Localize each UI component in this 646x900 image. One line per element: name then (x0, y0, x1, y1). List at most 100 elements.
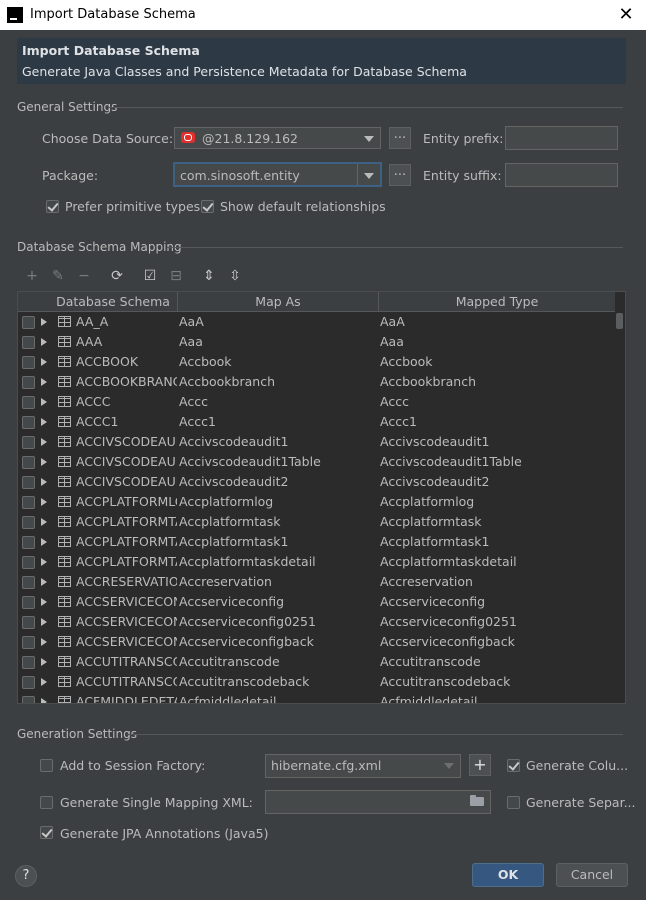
table-scrollbar[interactable] (615, 292, 625, 703)
map-as-cell[interactable]: Accivscodeaudit2 (179, 474, 377, 489)
row-checkbox[interactable] (22, 436, 35, 449)
row-checkbox[interactable] (22, 656, 35, 669)
table-row[interactable]: ACCPLATFORMLOGAccplatformlogAccplatforml… (18, 492, 616, 512)
map-as-cell[interactable]: Accplatformtask1 (179, 534, 377, 549)
map-as-cell[interactable]: Accplatformtaskdetail (179, 554, 377, 569)
mapped-type-cell[interactable]: Accbook (380, 354, 614, 369)
expand-arrow-icon[interactable] (41, 658, 47, 666)
table-row[interactable]: ACCIVSCODEAUDIT1Accivscodeaudit1Accivsco… (18, 432, 616, 452)
data-source-combo[interactable]: @21.8.129.162 (174, 127, 381, 149)
expand-arrow-icon[interactable] (41, 538, 47, 546)
row-checkbox[interactable] (22, 576, 35, 589)
mapped-type-cell[interactable]: Accserviceconfig (380, 594, 614, 609)
cancel-button[interactable]: Cancel (556, 863, 628, 887)
map-as-cell[interactable]: Aaa (179, 334, 377, 349)
table-row[interactable]: ACCSERVICECONFIGAccserviceconfigAccservi… (18, 592, 616, 612)
map-as-cell[interactable]: Accserviceconfigback (179, 634, 377, 649)
entity-prefix-input[interactable] (505, 126, 618, 150)
expand-arrow-icon[interactable] (41, 578, 47, 586)
ok-button[interactable]: OK (472, 863, 544, 887)
expand-arrow-icon[interactable] (41, 378, 47, 386)
table-row[interactable]: ACCC1 Accc1 Accc1 (18, 412, 616, 432)
expand-arrow-icon[interactable] (41, 598, 47, 606)
table-row[interactable]: ACFMIDDLEDETAILAcfmiddledetailAcfmiddled… (18, 692, 616, 703)
mapped-type-cell[interactable]: Accc (380, 394, 614, 409)
table-row[interactable]: ACCUTITRANSCODEAccutitranscodeAccutitran… (18, 652, 616, 672)
expand-arrow-icon[interactable] (41, 618, 47, 626)
mapped-type-cell[interactable]: Accserviceconfigback (380, 634, 614, 649)
table-row[interactable]: ACCUTITRANSCODEBACKAccutitranscodebackAc… (18, 672, 616, 692)
expand-arrow-icon[interactable] (41, 318, 47, 326)
row-checkbox[interactable] (22, 476, 35, 489)
row-checkbox[interactable] (22, 416, 35, 429)
row-checkbox[interactable] (22, 316, 35, 329)
expand-arrow-icon[interactable] (41, 498, 47, 506)
scroll-thumb[interactable] (616, 313, 623, 329)
session-factory-combo[interactable]: hibernate.cfg.xml (265, 754, 461, 778)
mapped-type-cell[interactable]: Acfmiddledetail (380, 694, 614, 703)
map-as-cell[interactable]: Accivscodeaudit1Table (179, 454, 377, 469)
refresh-icon[interactable]: ⟳ (109, 268, 125, 284)
map-as-cell[interactable]: Accc1 (179, 414, 377, 429)
row-checkbox[interactable] (22, 336, 35, 349)
collapse-all-icon[interactable]: ⇳ (227, 268, 243, 284)
expand-arrow-icon[interactable] (41, 478, 47, 486)
expand-arrow-icon[interactable] (41, 338, 47, 346)
row-checkbox[interactable] (22, 636, 35, 649)
package-value[interactable]: com.sinosoft.entity (180, 168, 300, 183)
uncheck-all-icon[interactable]: ⊟ (168, 268, 184, 284)
remove-icon[interactable]: − (76, 268, 92, 284)
table-row[interactable]: ACCSERVICECONFIGBACKAccserviceconfigback… (18, 632, 616, 652)
map-as-cell[interactable]: Accutitranscodeback (179, 674, 377, 689)
expand-arrow-icon[interactable] (41, 438, 47, 446)
add-session-factory-button[interactable]: + (469, 754, 491, 776)
column-header[interactable]: Map As (178, 294, 378, 309)
expand-arrow-icon[interactable] (41, 458, 47, 466)
close-icon[interactable]: ✕ (614, 4, 638, 26)
table-row[interactable]: ACCPLATFORMTASKAccplatformtaskAccplatfor… (18, 512, 616, 532)
table-row[interactable]: ACCBOOKBRANCHAccbookbranchAccbookbranch (18, 372, 616, 392)
single-mapping-input[interactable] (265, 790, 491, 814)
table-row[interactable]: AA_A AaA AaA (18, 312, 616, 332)
column-header[interactable]: Database Schema (48, 294, 178, 309)
expand-arrow-icon[interactable] (41, 358, 47, 366)
session-factory-checkbox[interactable] (40, 759, 53, 772)
mapped-type-cell[interactable]: Accc1 (380, 414, 614, 429)
chevron-down-icon[interactable] (364, 173, 374, 179)
mapped-type-cell[interactable]: Accbookbranch (380, 374, 614, 389)
map-as-cell[interactable]: Accutitranscode (179, 654, 377, 669)
entity-suffix-input[interactable] (505, 163, 618, 187)
map-as-cell[interactable]: Accserviceconfig (179, 594, 377, 609)
add-icon[interactable]: + (24, 268, 40, 284)
prefer-primitive-checkbox[interactable] (46, 200, 59, 213)
mapped-type-cell[interactable]: Accreservation (380, 574, 614, 589)
mapped-type-cell[interactable]: Accplatformtask1 (380, 534, 614, 549)
row-checkbox[interactable] (22, 456, 35, 469)
table-row[interactable]: ACCSERVICECONFIG0251Accserviceconfig0251… (18, 612, 616, 632)
mapped-type-cell[interactable]: Accutitranscode (380, 654, 614, 669)
column-header[interactable]: Mapped Type (379, 294, 615, 309)
row-checkbox[interactable] (22, 536, 35, 549)
jpa-annotations-checkbox[interactable] (40, 826, 53, 839)
mapped-type-cell[interactable]: Accivscodeaudit1Table (380, 454, 614, 469)
table-row[interactable]: ACCPLATFORMTASKDETAILAccplatformtaskdeta… (18, 552, 616, 572)
mapped-type-cell[interactable]: Accplatformlog (380, 494, 614, 509)
expand-all-icon[interactable]: ⇕ (201, 268, 217, 284)
expand-arrow-icon[interactable] (41, 678, 47, 686)
table-row[interactable]: ACCRESERVATION Accreservation Accreservati… (18, 572, 616, 592)
map-as-cell[interactable]: Accreservation (179, 574, 377, 589)
mapped-type-cell[interactable]: AaA (380, 314, 614, 329)
mapped-type-cell[interactable]: Aaa (380, 334, 614, 349)
expand-arrow-icon[interactable] (41, 698, 47, 703)
map-as-cell[interactable]: Accbookbranch (179, 374, 377, 389)
mapped-type-cell[interactable]: Accutitranscodeback (380, 674, 614, 689)
package-browse-button[interactable]: ... (389, 164, 411, 186)
map-as-cell[interactable]: AaA (179, 314, 377, 329)
chevron-down-icon[interactable] (364, 136, 374, 142)
table-row[interactable]: ACCC Accc Accc (18, 392, 616, 412)
row-checkbox[interactable] (22, 596, 35, 609)
expand-arrow-icon[interactable] (41, 518, 47, 526)
chevron-down-icon[interactable] (444, 763, 454, 769)
package-combo[interactable]: com.sinosoft.entity (173, 162, 382, 187)
expand-arrow-icon[interactable] (41, 558, 47, 566)
